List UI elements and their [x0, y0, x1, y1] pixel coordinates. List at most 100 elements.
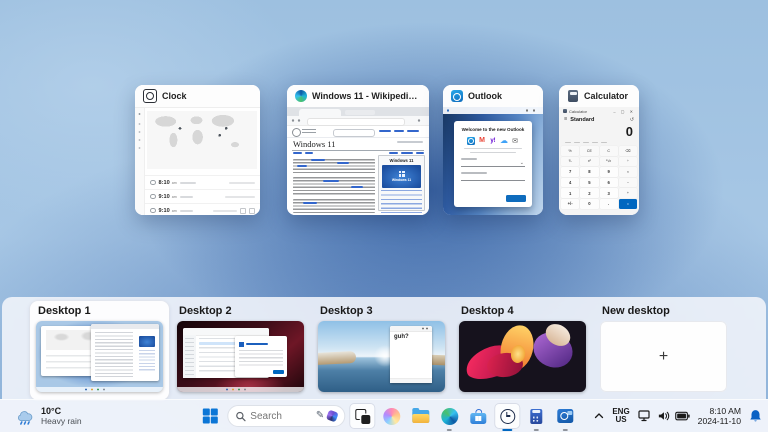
- running-indicator: [534, 429, 539, 431]
- desktop-4-thumbnail[interactable]: [459, 321, 586, 392]
- taskbar: 10°C Heavy rain ✎: [0, 399, 768, 432]
- desktop-label: Desktop 1: [38, 305, 163, 317]
- quick-settings[interactable]: [638, 410, 690, 422]
- taskview-window-outlook[interactable]: Outlook Welcome to the new Outlook M y! …: [443, 85, 543, 215]
- taskview-window-clock[interactable]: Clock 8:10 am 9:10 am: [135, 85, 260, 215]
- clock-date-widget[interactable]: 8:10 AM 2024-11-10: [698, 406, 741, 426]
- desktop-2[interactable]: Desktop 2: [171, 301, 310, 400]
- calc-equals-key: =: [619, 199, 637, 209]
- search-input[interactable]: [250, 411, 302, 422]
- network-icon: [638, 410, 652, 422]
- window-title: Windows 11 - Wikipedia and 1 more...: [312, 91, 421, 101]
- calc-key: 2: [580, 188, 598, 198]
- tray-overflow-button[interactable]: [594, 412, 604, 420]
- clock-period: am: [172, 209, 177, 213]
- window-title: Outlook: [468, 91, 502, 101]
- visual-search-icon[interactable]: ✎: [316, 411, 324, 421]
- calculator-keypad: % CE C ⌫ ¹⁄ₓ x² ²√x ÷ 7 8 9 × 4 5 6 − 1 …: [559, 145, 639, 211]
- active-tab: [299, 109, 341, 116]
- language-switcher[interactable]: ENG US: [612, 408, 629, 425]
- desktop-3[interactable]: Desktop 3 guh?: [312, 301, 451, 400]
- calculator-menu-row: ≡ Standard ↺: [559, 115, 639, 124]
- new-desktop-tile[interactable]: +: [600, 321, 727, 392]
- outlook-icon: [557, 409, 573, 423]
- search-icon: [235, 411, 246, 422]
- world-clock-list: 8:10 am 9:10 am 9:10 am: [145, 175, 260, 215]
- outlook-button[interactable]: [553, 404, 577, 428]
- calc-key: ×: [619, 167, 637, 177]
- clock-glyph-icon: [150, 180, 156, 186]
- clock-period: am: [172, 195, 177, 199]
- calculator-window-preview: Calculator – ▢ ✕ ≡ Standard ↺ 0 % CE C ⌫…: [559, 107, 639, 215]
- icloud-icon: ☁: [500, 137, 508, 145]
- desktop-4[interactable]: Desktop 4: [453, 301, 592, 400]
- clock-app-button[interactable]: [495, 404, 519, 428]
- calc-key: 5: [580, 178, 598, 188]
- calc-key: 4: [561, 178, 579, 188]
- imap-mail-icon: ✉: [511, 137, 519, 145]
- info-text-bar: [470, 152, 516, 154]
- calculator-icon: [530, 409, 542, 424]
- desktop-1[interactable]: Desktop 1: [30, 301, 169, 400]
- about-windows-mini-dialog: [235, 336, 287, 377]
- running-indicator: [447, 429, 452, 431]
- file-explorer-icon: [412, 410, 429, 423]
- start-button[interactable]: [198, 404, 222, 428]
- microsoft-store-button[interactable]: [466, 404, 490, 428]
- calc-titlebar-text: Calculator: [569, 109, 587, 114]
- desktop-1-thumbnail[interactable]: [36, 321, 163, 392]
- window-title-bar: Windows 11 - Wikipedia and 1 more...: [287, 85, 429, 107]
- browser-address-bar: [287, 116, 429, 126]
- clock-glyph-icon: [150, 194, 156, 200]
- clock-app-icon: [500, 409, 515, 424]
- browser-mini-window: [91, 324, 159, 381]
- browser-window-preview: Windows 11 Windows 11: [287, 107, 429, 215]
- city-label-bar: [180, 182, 196, 184]
- email-input: [461, 174, 525, 181]
- header-link-bar: [379, 130, 391, 132]
- weather-temperature: 10°C: [41, 406, 82, 416]
- notepad-text: guh?: [394, 334, 409, 340]
- keyboard-layout: US: [612, 416, 629, 425]
- header-link-bar: [394, 130, 404, 132]
- desktop-label: Desktop 2: [179, 305, 304, 317]
- wiki-search-box: [333, 129, 375, 137]
- edge-icon: [295, 90, 307, 102]
- search-box[interactable]: ✎: [227, 405, 345, 427]
- outlook-provider-icon: [467, 137, 475, 145]
- weather-widget[interactable]: 10°C Heavy rain: [8, 400, 88, 432]
- clock-glyph-icon: [150, 208, 156, 214]
- edge-button[interactable]: [437, 404, 461, 428]
- wikipedia-wordmark: [302, 129, 316, 134]
- new-desktop[interactable]: New desktop +: [594, 301, 733, 400]
- new-desktop-label: New desktop: [602, 305, 727, 317]
- world-clock-row: 9:10 am: [145, 189, 260, 203]
- desktop-2-thumbnail[interactable]: [177, 321, 304, 392]
- clock-time: 8:10: [159, 180, 170, 186]
- chevron-down-icon: ⌄: [520, 160, 524, 166]
- account-dropdown: ⌄: [461, 160, 525, 167]
- copilot-button[interactable]: [379, 404, 403, 428]
- microsoft-store-icon: [470, 409, 486, 424]
- edit-icon: [249, 208, 255, 214]
- infobox-rows: [381, 190, 422, 215]
- weather-condition: Heavy rain: [41, 416, 82, 426]
- calculator-button[interactable]: [524, 404, 548, 428]
- calc-key: 9: [600, 167, 618, 177]
- notification-bell-icon[interactable]: [749, 409, 762, 423]
- taskview-window-calculator[interactable]: Calculator Calculator – ▢ ✕ ≡ Standard ↺…: [559, 85, 639, 215]
- task-view-button[interactable]: [350, 404, 374, 428]
- desktop-3-thumbnail[interactable]: guh?: [318, 321, 445, 392]
- article-heading: Windows 11: [293, 139, 336, 149]
- browser-tab-bar: [287, 107, 429, 116]
- outlook-welcome-dialog: Welcome to the new Outlook M y! ☁ ✉ ⌄: [454, 121, 532, 207]
- calc-key: ⌫: [619, 146, 637, 156]
- calculator-icon: [563, 109, 567, 114]
- taskview-window-browser[interactable]: Windows 11 - Wikipedia and 1 more... Win…: [287, 85, 429, 215]
- battery-icon: [675, 411, 690, 421]
- clock-period: am: [172, 181, 177, 185]
- file-explorer-button[interactable]: [408, 404, 432, 428]
- window-title-bar: Outlook: [443, 85, 543, 107]
- gmail-icon: M: [478, 137, 486, 145]
- search-highlights-icon[interactable]: [326, 410, 339, 423]
